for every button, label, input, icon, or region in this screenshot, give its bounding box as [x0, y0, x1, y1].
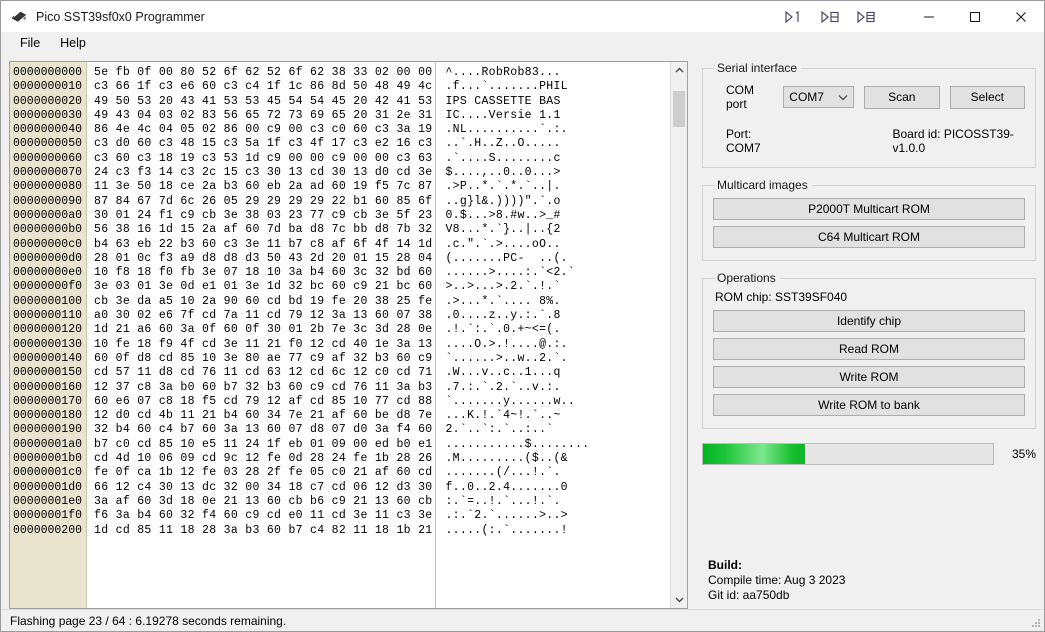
maximize-button[interactable] [952, 1, 998, 32]
hex-scrollbar-thumb[interactable] [673, 91, 685, 127]
serial-interface-group: Serial interface COM port COM7 Scan Sele… [702, 61, 1036, 168]
write-rom-button[interactable]: Write ROM [713, 366, 1025, 388]
operations-group: Operations ROM chip: SST39SF040 Identify… [702, 271, 1036, 429]
scroll-up-icon[interactable] [671, 62, 687, 79]
p2000t-multicart-rom-button[interactable]: P2000T Multicart ROM [713, 198, 1025, 220]
rom-chip-text: ROM chip: SST39SF040 [715, 290, 848, 304]
operations-buttons: ROM chip: SST39SF040 Identify chip Read … [713, 290, 1025, 416]
app-window: Pico SST39sf0x0 Programmer File Help 000… [0, 0, 1045, 632]
status-bar-text: Flashing page 23 / 64 : 6.19278 seconds … [10, 613, 287, 628]
port-text: Port: COM7 [726, 127, 761, 155]
serial-interface-legend: Serial interface [717, 61, 798, 75]
menu-bar: File Help [1, 32, 1044, 55]
hex-viewer[interactable]: 0000000000 0000000010 0000000020 0000000… [9, 61, 688, 609]
multicard-images-group: Multicard images P2000T Multicart ROM C6… [702, 178, 1036, 261]
progress-bar [702, 443, 994, 465]
scroll-down-icon[interactable] [671, 591, 687, 608]
multicard-images-legend: Multicard images [717, 178, 808, 192]
menu-file[interactable]: File [10, 33, 50, 54]
resize-grip-icon[interactable] [1030, 617, 1041, 628]
com-port-label: COM port [726, 83, 754, 111]
chevron-down-icon [838, 87, 848, 107]
select-button[interactable]: Select [949, 85, 1026, 109]
progress-row: 35% [702, 443, 1036, 465]
run-step-2-icon[interactable] [820, 8, 840, 26]
main-content: 0000000000 0000000010 0000000020 0000000… [1, 55, 1044, 609]
progress-percent-label: 35% [1011, 447, 1036, 461]
titlebar-action-icons [784, 1, 876, 32]
right-panel: Serial interface COM port COM7 Scan Sele… [688, 61, 1036, 609]
com-port-select[interactable]: COM7 [783, 86, 855, 108]
operations-legend: Operations [717, 271, 776, 285]
menu-help[interactable]: Help [50, 33, 96, 54]
chip-icon [10, 10, 28, 24]
read-rom-button[interactable]: Read ROM [713, 338, 1025, 360]
status-bar: Flashing page 23 / 64 : 6.19278 seconds … [1, 609, 1044, 631]
run-step-1-icon[interactable] [784, 8, 804, 26]
hex-viewer-inner: 0000000000 0000000010 0000000020 0000000… [10, 62, 670, 608]
identify-chip-button[interactable]: Identify chip [713, 310, 1025, 332]
window-controls [906, 1, 1044, 32]
hex-scrollbar[interactable] [670, 62, 687, 608]
com-port-value: COM7 [789, 90, 824, 104]
multicard-buttons: P2000T Multicart ROM C64 Multicart ROM [713, 198, 1025, 248]
c64-multicart-rom-button[interactable]: C64 Multicart ROM [713, 226, 1025, 248]
build-compile-time: Compile time: Aug 3 2023 [708, 573, 846, 587]
board-id-text: Board id: PICOSST39-v1.0.0 [892, 127, 1014, 155]
serial-info-row: Port: COM7 Board id: PICOSST39-v1.0.0 [713, 127, 1025, 155]
title-bar-left: Pico SST39sf0x0 Programmer [1, 10, 205, 24]
hex-scrollbar-track[interactable] [671, 79, 687, 591]
hex-column-divider [435, 62, 437, 608]
window-title: Pico SST39sf0x0 Programmer [36, 9, 205, 24]
hex-bytes-column: 5e fb 0f 00 80 52 6f 62 52 6f 62 38 33 0… [94, 66, 433, 537]
progress-bar-fill [703, 444, 805, 464]
scan-button[interactable]: Scan [864, 85, 940, 109]
serial-controls-row: COM port COM7 Scan Select [713, 83, 1026, 111]
write-rom-to-bank-button[interactable]: Write ROM to bank [713, 394, 1025, 416]
title-bar: Pico SST39sf0x0 Programmer [1, 1, 1044, 32]
close-button[interactable] [998, 1, 1044, 32]
build-info: Build: Compile time: Aug 3 2023 Git id: … [702, 558, 1036, 609]
minimize-button[interactable] [906, 1, 952, 32]
build-title: Build: [708, 558, 742, 572]
hex-ascii-column: ^....RobRob83... .f...`.......PHIL IPS C… [445, 66, 590, 537]
hex-address-column: 0000000000 0000000010 0000000020 0000000… [10, 62, 88, 608]
run-step-3-icon[interactable] [856, 8, 876, 26]
build-git-id: Git id: aa750db [708, 588, 790, 602]
